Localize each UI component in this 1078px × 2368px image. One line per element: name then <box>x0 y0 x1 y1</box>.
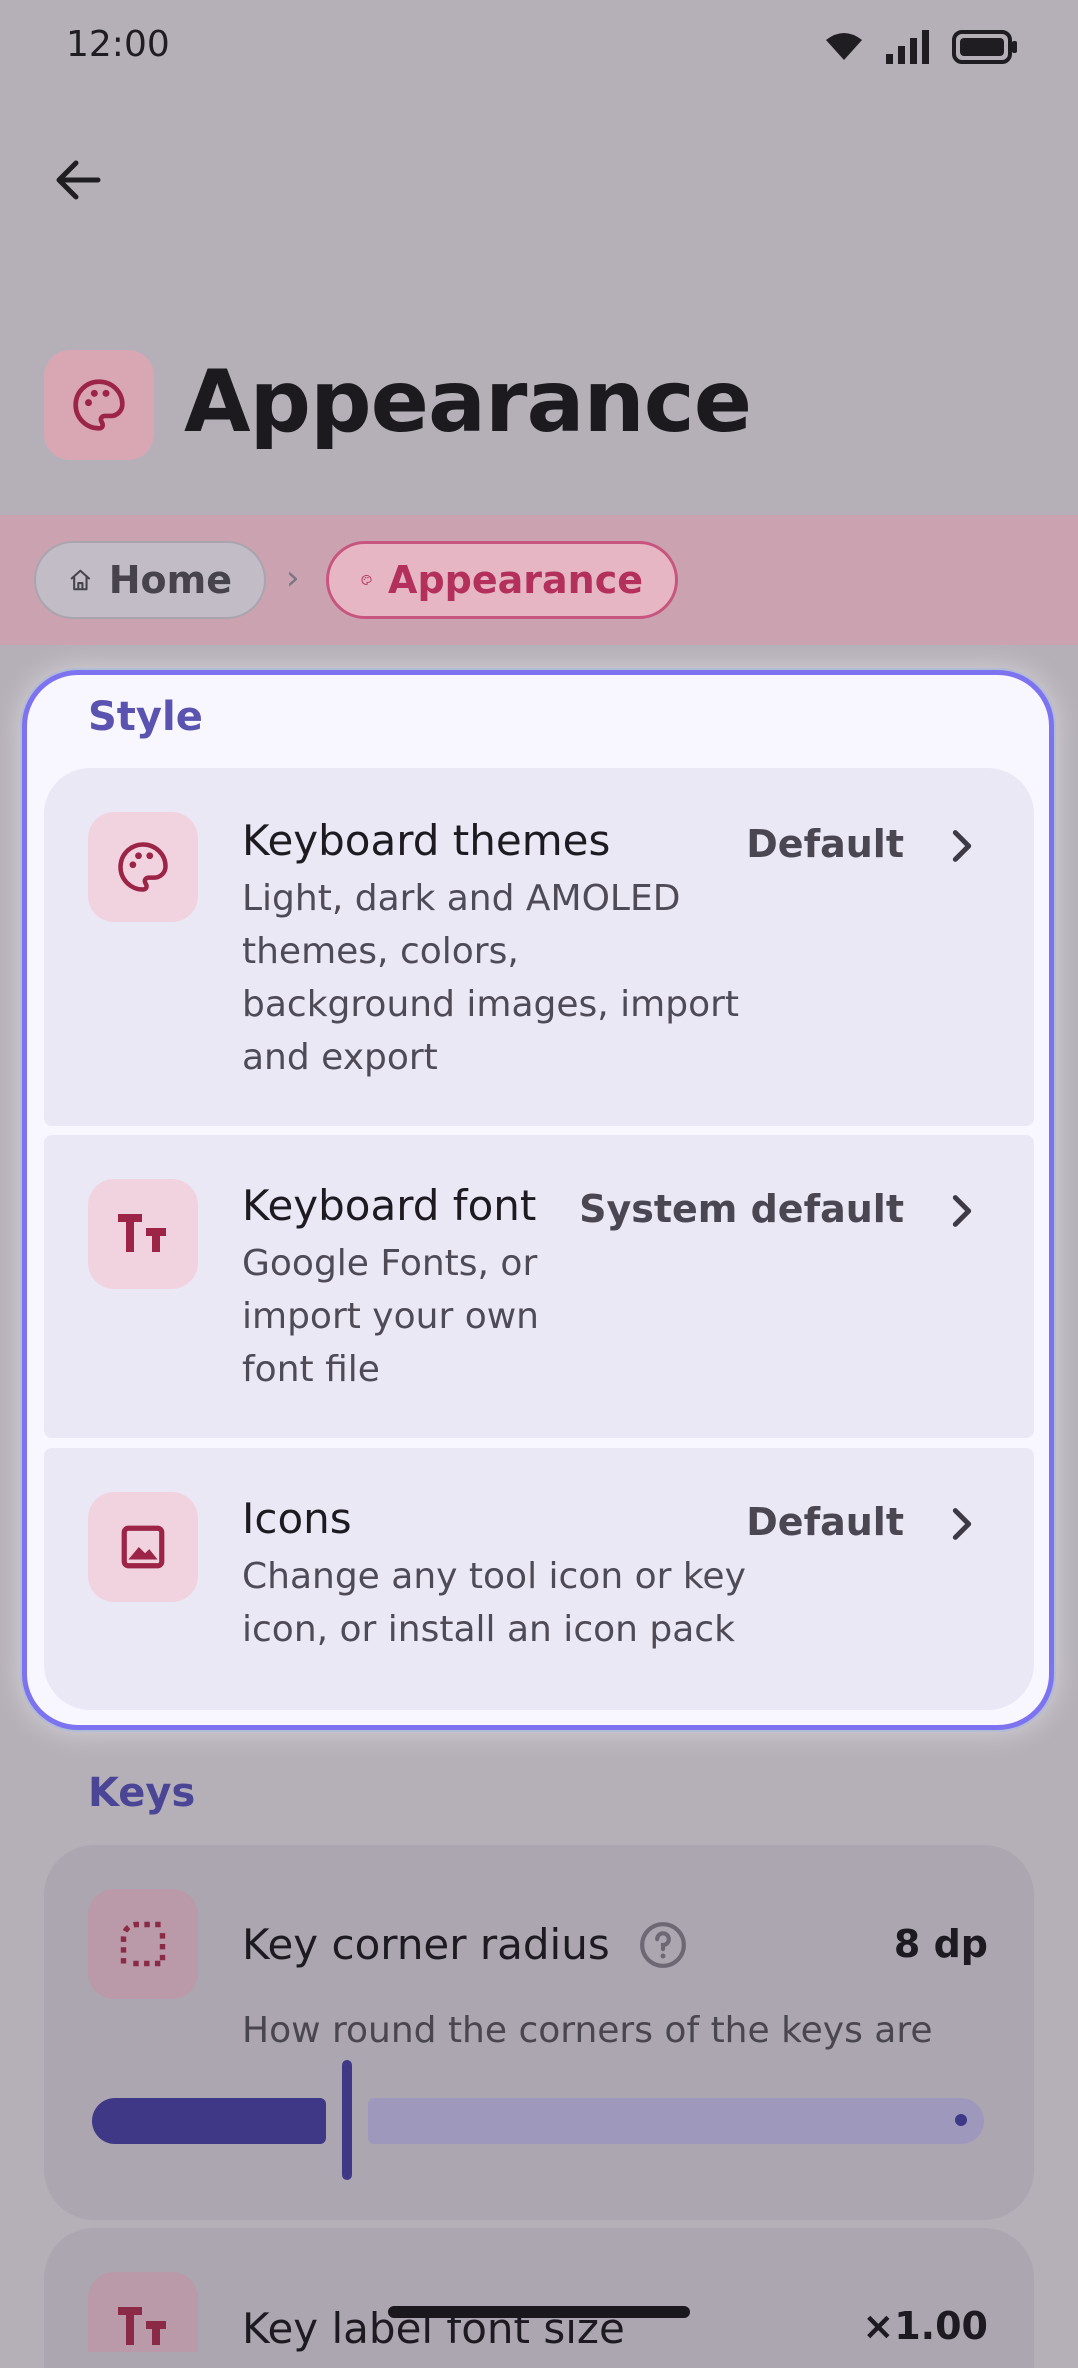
chevron-right-icon <box>952 1508 972 1540</box>
keyboard-themes-value: Default <box>746 822 904 866</box>
breadcrumb-current[interactable]: Appearance <box>326 541 678 619</box>
page-title: Appearance <box>184 352 752 452</box>
palette-icon <box>361 574 372 586</box>
home-icon <box>70 569 91 591</box>
back-arrow-icon[interactable] <box>48 150 108 210</box>
keyboard-themes-icon-box <box>88 812 198 922</box>
palette-icon <box>73 379 125 431</box>
keyboard-font-title: Keyboard font <box>242 1181 537 1230</box>
help-icon[interactable] <box>638 1920 688 1970</box>
key-corner-radius-description: How round the corners of the keys are <box>242 2010 933 2051</box>
icons-value: Default <box>746 1500 904 1544</box>
chevron-right-icon <box>952 1195 972 1227</box>
chevron-right-icon <box>952 830 972 862</box>
palette-icon <box>118 842 168 892</box>
signal-icon <box>886 30 929 64</box>
slider-inactive-track[interactable] <box>368 2098 984 2144</box>
keyboard-font-icon-box <box>88 1179 198 1289</box>
key-corner-radius-icon-box <box>88 1889 198 1999</box>
keyboard-font-subtitle: Google Fonts, or import your own font fi… <box>242 1243 539 1390</box>
battery-icon <box>952 30 1017 64</box>
keyboard-font-value: System default <box>579 1187 904 1231</box>
title-palette-icon-box <box>44 350 154 460</box>
status-icons <box>824 30 1018 64</box>
keyboard-themes-row[interactable]: Keyboard themes Light, dark and AMOLED t… <box>44 768 1034 1126</box>
key-corner-radius-value: 8 dp <box>893 1922 988 1966</box>
keyboard-themes-subtitle: Light, dark and AMOLED themes, colors, b… <box>242 878 740 1078</box>
text-size-icon <box>118 1214 166 1252</box>
slider-handle[interactable] <box>342 2060 352 2180</box>
image-icon <box>121 1525 165 1569</box>
icons-icon-box <box>88 1492 198 1602</box>
rounded-corner-icon <box>120 1921 166 1967</box>
key-label-font-size-value: ×1.00 <box>862 2304 988 2348</box>
wifi-icon <box>826 33 862 60</box>
icons-title: Icons <box>242 1494 352 1543</box>
icons-row[interactable]: Icons Change any tool icon or key icon, … <box>44 1448 1034 1710</box>
breadcrumb-current-label: Appearance <box>388 558 643 602</box>
text-size-icon <box>118 2307 166 2345</box>
breadcrumb-home[interactable]: Home <box>34 541 266 619</box>
style-section-label: Style <box>88 694 203 740</box>
home-indicator[interactable] <box>388 2306 690 2318</box>
breadcrumb-home-label: Home <box>108 558 232 602</box>
key-label-font-size-icon-box <box>88 2272 198 2352</box>
keyboard-themes-title: Keyboard themes <box>242 816 611 865</box>
icons-subtitle: Change any tool icon or key icon, or ins… <box>242 1556 746 1650</box>
slider-active-track[interactable] <box>92 2098 326 2144</box>
status-time: 12:00 <box>66 24 170 65</box>
keys-section-label: Keys <box>88 1770 196 1816</box>
slider-stop-indicator <box>955 2114 967 2126</box>
breadcrumb-separator: › <box>286 558 300 598</box>
keyboard-font-row[interactable]: Keyboard font Google Fonts, or import yo… <box>44 1135 1034 1438</box>
key-corner-radius-title: Key corner radius <box>242 1920 610 1969</box>
